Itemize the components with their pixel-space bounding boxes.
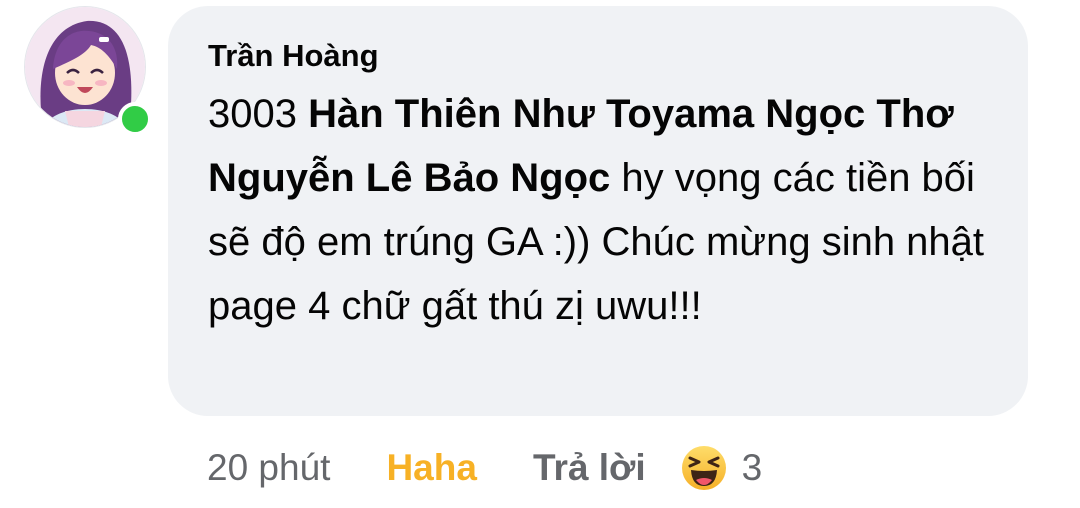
comment: Trần Hoàng 3003 Hàn Thiên Như Toyama Ngọ… <box>0 0 1080 508</box>
author-name[interactable]: Trần Hoàng <box>208 34 988 78</box>
reply-button[interactable]: Trả lời <box>533 447 646 489</box>
haha-reaction-button[interactable]: Haha <box>386 447 476 489</box>
haha-emoji-icon[interactable] <box>680 444 728 492</box>
comment-actions: 20 phút Haha Trả lời 3 <box>207 440 762 496</box>
comment-timestamp[interactable]: 20 phút <box>207 447 330 489</box>
reaction-count[interactable]: 3 <box>742 447 763 489</box>
comment-text: 3003 Hàn Thiên Như Toyama Ngọc Thơ Nguyễ… <box>208 82 988 338</box>
comment-bubble[interactable]: Trần Hoàng 3003 Hàn Thiên Như Toyama Ngọ… <box>168 6 1028 416</box>
online-status-dot <box>118 102 152 136</box>
comment-text-prefix: 3003 <box>208 92 309 136</box>
avatar-container[interactable] <box>24 6 154 136</box>
